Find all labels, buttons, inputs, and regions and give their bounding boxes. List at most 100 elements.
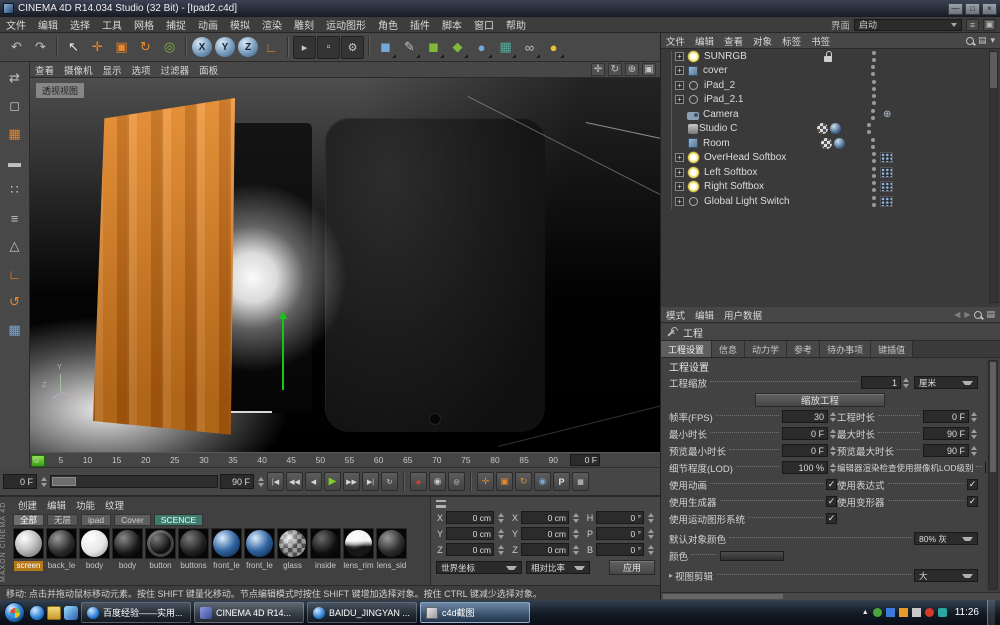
viewport-canvas[interactable]: Y X Z 透视视图 — [30, 78, 660, 452]
material-item[interactable]: screen — [13, 528, 44, 571]
taskbar-button[interactable]: 百度经验——实用... — [81, 602, 191, 623]
timeline-ruler[interactable]: 051015202530354045505560657075808590 0 F — [30, 452, 660, 468]
object-row[interactable]: OverHead Softbox — [661, 151, 1000, 166]
object-name[interactable]: Camera — [703, 109, 821, 120]
horizontal-scrollbar[interactable] — [661, 592, 1000, 600]
orbit-view-icon[interactable]: ↻ — [608, 63, 622, 76]
scrollbar-thumb[interactable] — [990, 362, 996, 472]
tray-expand-icon[interactable]: ▲ — [862, 608, 869, 617]
frame-range-slider[interactable] — [50, 475, 218, 488]
menu-item[interactable]: 运动图形 — [320, 17, 372, 32]
material-layer-tab[interactable]: 全部 — [13, 514, 44, 526]
object-tag[interactable] — [817, 122, 863, 135]
attribute-tab[interactable]: 键插值 — [871, 341, 913, 357]
tray-icon-orange[interactable] — [899, 608, 908, 617]
minimize-button[interactable]: — — [948, 3, 963, 15]
menu-item[interactable]: 插件 — [404, 17, 436, 32]
lock-y-axis-icon[interactable]: Y — [215, 37, 235, 57]
object-tag[interactable] — [822, 166, 868, 179]
attribute-tab[interactable]: 动力学 — [745, 341, 787, 357]
separator[interactable] — [287, 37, 289, 57]
expander-icon[interactable]: ▸ — [669, 571, 673, 580]
key-parameter-toggle[interactable]: ◉ — [534, 472, 551, 491]
menu-item[interactable]: 雕刻 — [288, 17, 320, 32]
object-tag[interactable] — [822, 93, 868, 106]
object-name[interactable]: SUNRGB — [704, 51, 822, 62]
menu-item[interactable]: 捕捉 — [160, 17, 192, 32]
filter-icon[interactable]: ▤ — [978, 35, 987, 46]
goto-end-button[interactable]: ▶| — [362, 472, 379, 491]
object-name[interactable]: Left Softbox — [704, 167, 822, 178]
show-desktop-button[interactable] — [987, 600, 995, 625]
size-z-field[interactable]: 0 cm — [521, 543, 569, 556]
material-item[interactable]: front_le — [211, 528, 242, 571]
browser-quicklaunch-icon[interactable] — [30, 606, 44, 620]
object-row[interactable]: SUNRGB — [661, 49, 1000, 64]
polygons-mode-icon[interactable]: △ — [4, 235, 26, 257]
render-settings-icon[interactable]: ⚙ — [341, 36, 364, 59]
object-name[interactable]: Global Light Switch — [704, 196, 822, 207]
prev-key-button[interactable]: ◀◀ — [286, 472, 303, 491]
material-item[interactable]: lens_rim — [343, 528, 374, 571]
layout-dropdown[interactable]: 启动 — [854, 19, 962, 31]
key-pla-toggle[interactable]: P — [553, 472, 570, 491]
project-scale-field[interactable]: 1 — [861, 376, 901, 389]
viewport-menu-item[interactable]: 显示 — [98, 63, 127, 77]
attribute-tab[interactable]: 信息 — [712, 341, 745, 357]
visibility-dots[interactable] — [867, 64, 879, 77]
visibility-dots[interactable] — [867, 108, 879, 121]
expand-icon[interactable] — [675, 81, 684, 90]
menu-item[interactable]: 选择 — [64, 17, 96, 32]
object-row[interactable]: Camera — [661, 107, 1000, 122]
media-quicklaunch-icon[interactable] — [64, 606, 78, 620]
edges-mode-icon[interactable]: ≡ — [4, 207, 26, 229]
expand-icon[interactable] — [675, 153, 684, 162]
start-button[interactable] — [4, 602, 25, 623]
material-menu-item[interactable]: 编辑 — [42, 498, 71, 512]
breadcrumb-label[interactable]: 工程 — [683, 325, 703, 340]
explorer-quicklaunch-icon[interactable] — [47, 606, 61, 620]
tray-icon-red[interactable] — [925, 608, 934, 617]
object-name[interactable]: iPad_2 — [704, 80, 822, 91]
use-animation-checkbox[interactable]: ✓ — [826, 479, 837, 490]
live-selection-icon[interactable]: ◎ — [158, 36, 181, 59]
spline-pen-icon[interactable]: ✎ — [398, 36, 421, 59]
keyframe-selection-button[interactable]: ◎ — [448, 472, 465, 491]
menu-item[interactable]: 工具 — [96, 17, 128, 32]
menu-item[interactable]: 编辑 — [32, 17, 64, 32]
material-item[interactable]: body — [79, 528, 110, 571]
object-row[interactable]: iPad_2.1 — [661, 93, 1000, 108]
rotation-h-field[interactable]: 0 ° — [596, 511, 644, 524]
render-region-icon[interactable]: ▫ — [317, 36, 340, 59]
apply-button[interactable]: 应用 — [609, 560, 655, 575]
size-x-field[interactable]: 0 cm — [521, 511, 569, 524]
frame-slider-handle[interactable] — [52, 477, 76, 486]
coordinates-menu-icon[interactable] — [436, 500, 446, 508]
material-item[interactable]: lens_sid — [376, 528, 407, 571]
move-tool-icon[interactable]: ✛ — [86, 36, 109, 59]
menu-item[interactable]: 模拟 — [224, 17, 256, 32]
maximize-view-icon[interactable]: ▣ — [642, 63, 656, 76]
material-menu-item[interactable]: 创建 — [13, 498, 42, 512]
panel-menu-icon[interactable]: ▤ — [986, 309, 995, 320]
material-item[interactable]: buttons — [178, 528, 209, 571]
expand-icon[interactable] — [675, 168, 684, 177]
key-scale-toggle[interactable]: ▣ — [496, 472, 513, 491]
object-manager-menu-item[interactable]: 文件 — [661, 34, 690, 48]
redo-icon[interactable]: ↷ — [29, 36, 52, 59]
object-manager-menu-item[interactable]: 查看 — [719, 34, 748, 48]
object-y-axis-handle[interactable] — [282, 318, 284, 390]
rotate-tool-icon[interactable]: ↻ — [134, 36, 157, 59]
attribute-menu-item[interactable]: 编辑 — [690, 308, 719, 322]
primitive-cube-icon[interactable]: ◼ — [374, 36, 397, 59]
texture-axis-icon[interactable]: ▦ — [4, 319, 26, 341]
separator[interactable] — [185, 37, 187, 57]
end-frame-field[interactable]: 90 F — [220, 474, 254, 489]
menu-item[interactable]: 网格 — [128, 17, 160, 32]
expand-icon[interactable] — [675, 52, 684, 61]
goto-start-button[interactable]: |◀ — [267, 472, 284, 491]
pan-view-icon[interactable]: ✛ — [591, 63, 605, 76]
tray-icon-green[interactable] — [873, 608, 882, 617]
project-scale-unit-dropdown[interactable]: 厘米 — [914, 376, 978, 389]
texture-mode-icon[interactable]: ▦ — [4, 123, 26, 145]
